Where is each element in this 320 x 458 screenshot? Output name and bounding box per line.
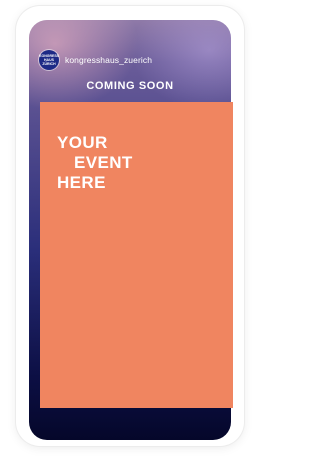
page: KONGRESS HAUS ZÜRICH kongresshaus_zueric… — [0, 0, 251, 458]
coming-soon-title: COMING SOON — [86, 80, 174, 92]
account-avatar[interactable]: KONGRESS HAUS ZÜRICH — [39, 50, 59, 70]
event-text-line-3: HERE — [57, 173, 106, 192]
story-header: KONGRESS HAUS ZÜRICH kongresshaus_zueric… — [39, 50, 152, 70]
account-username[interactable]: kongresshaus_zuerich — [65, 55, 152, 65]
event-placeholder-panel: YOUR EVENT HERE — [40, 102, 233, 408]
avatar-logo-text: KONGRESS HAUS ZÜRICH — [38, 54, 60, 66]
event-text-line-1: YOUR — [57, 133, 108, 152]
event-text-line-2: EVENT — [74, 153, 133, 172]
